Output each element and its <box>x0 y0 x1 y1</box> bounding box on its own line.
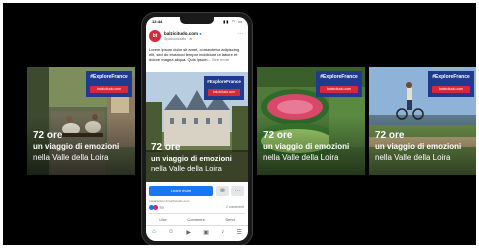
card-url: balzicitudo.com <box>90 86 128 93</box>
friends-icon[interactable]: ☺ <box>168 229 174 235</box>
post-hashtag: #ExploreFrance <box>207 79 241 84</box>
card-subheadline: un viaggio di emozioni <box>33 142 120 151</box>
post-badge: #ExploreFrance balzicitudo.com <box>204 76 244 100</box>
status-time: 12:44 <box>152 19 163 24</box>
sponsored-label: Sponsorizzato · ⊕ <box>164 37 193 41</box>
card-subheadline: un viaggio di emozioni <box>375 142 462 151</box>
love-reaction-icon <box>153 205 158 211</box>
cta-subnote: Installazioni di balzicitudo.com <box>149 199 190 203</box>
post-options-icon[interactable]: ··· <box>238 31 243 37</box>
card-url: balzicitudo.com <box>320 86 358 93</box>
menu-icon[interactable]: ☰ <box>236 229 241 236</box>
comment-button[interactable]: Comment <box>187 217 204 222</box>
comments-count[interactable]: 2 commenti <box>226 205 244 209</box>
page-name[interactable]: balzicitudo.com ● <box>164 31 202 36</box>
ad-card-4[interactable]: #ExploreFrance balzicitudo.com 72 ore un… <box>369 67 476 175</box>
page-logo[interactable]: bt <box>149 30 161 42</box>
card-badge: #ExploreFrance balzicitudo.com <box>316 71 362 97</box>
video-icon[interactable]: ▶ <box>186 229 191 236</box>
card-headline: 72 ore <box>263 130 293 141</box>
status-icons: ▮▮ ◠ ▭ <box>223 19 243 24</box>
card-badge: #ExploreFrance balzicitudo.com <box>428 71 474 97</box>
card-hashtag: #ExploreFrance <box>90 74 128 80</box>
post-subheadline: un viaggio di emozioni <box>151 154 232 163</box>
card-tagline: nella Valle della Loira <box>263 153 339 162</box>
ad-card-3[interactable]: #ExploreFrance balzicitudo.com 72 ore un… <box>257 67 365 175</box>
bottom-nav: ⌂ ☺ ▶ ▣ ♪ ☰ <box>146 225 248 238</box>
post-actions: Like Comment Send <box>149 213 245 224</box>
card-hashtag: #ExploreFrance <box>432 74 470 80</box>
marketplace-icon[interactable]: ▣ <box>203 229 209 236</box>
card-badge: #ExploreFrance balzicitudo.com <box>86 71 132 97</box>
reactions-summary[interactable]: 79 <box>149 205 164 211</box>
post-tagline: nella Valle della Loira <box>151 164 222 173</box>
message-icon[interactable]: ✉ <box>216 186 229 196</box>
home-icon[interactable]: ⌂ <box>152 229 156 235</box>
phone-notch <box>180 17 214 24</box>
phone-mockup: 12:44 ▮▮ ◠ ▭ bt balzicitudo.com ● Sponso… <box>141 12 253 245</box>
post-header: bt balzicitudo.com ● Sponsorizzato · ⊕ ·… <box>149 30 245 44</box>
card-subheadline: un viaggio di emozioni <box>263 142 350 151</box>
card-headline: 72 ore <box>33 130 63 141</box>
card-hashtag: #ExploreFrance <box>320 74 358 80</box>
see-more-link[interactable]: See more <box>212 57 229 62</box>
notifications-icon[interactable]: ♪ <box>221 229 224 235</box>
post-media[interactable]: #ExploreFrance balzicitudo.com 72 ore un… <box>146 72 248 182</box>
ad-showcase-stage: #ExploreFrance balzicitudo.com 72 ore un… <box>3 3 476 245</box>
card-headline: 72 ore <box>375 130 405 141</box>
ad-card-1[interactable]: #ExploreFrance balzicitudo.com 72 ore un… <box>27 67 135 175</box>
more-options-icon[interactable]: ··· <box>231 186 244 196</box>
send-button[interactable]: Send <box>225 217 234 222</box>
verified-icon: ● <box>199 31 202 36</box>
card-tagline: nella Valle della Loira <box>33 153 109 162</box>
learn-more-button[interactable]: Learn more <box>149 186 213 196</box>
post-headline: 72 ore <box>151 142 181 153</box>
post-url: balzicitudo.com <box>208 89 240 96</box>
cta-bar: Learn more ✉ ··· <box>149 185 245 197</box>
phone-screen: 12:44 ▮▮ ◠ ▭ bt balzicitudo.com ● Sponso… <box>146 17 248 241</box>
card-url: balzicitudo.com <box>432 86 470 93</box>
page-name-text[interactable]: balzicitudo.com <box>164 31 198 36</box>
reaction-count: 79 <box>159 205 164 210</box>
like-button[interactable]: Like <box>159 217 166 222</box>
post-caption: Lorem ipsum dolor sit amet, consectetur … <box>149 47 245 63</box>
card-tagline: nella Valle della Loira <box>375 153 451 162</box>
